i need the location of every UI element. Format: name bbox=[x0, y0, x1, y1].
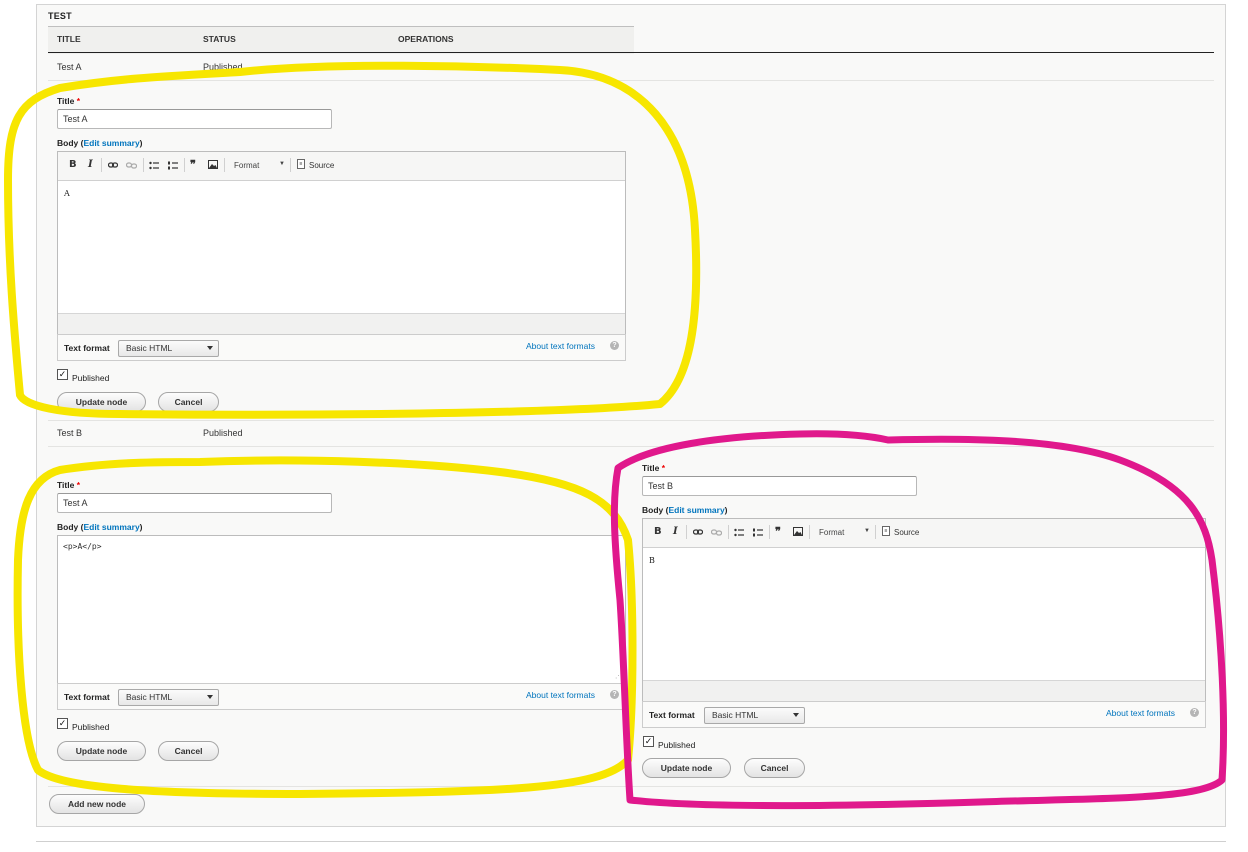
source-icon[interactable]: ≡ bbox=[882, 526, 890, 536]
row-b-title: Test B bbox=[57, 428, 83, 438]
form-b-edit-summary-link[interactable]: Edit summary bbox=[83, 522, 139, 532]
column-title-header: TITLE bbox=[57, 34, 81, 44]
form-c-update-node-button[interactable]: Update node bbox=[642, 758, 731, 778]
about-text-formats-link[interactable]: About text formats bbox=[526, 341, 595, 351]
link-icon[interactable] bbox=[693, 528, 703, 536]
chevron-down-icon: ▼ bbox=[279, 161, 285, 167]
help-icon: ? bbox=[610, 341, 619, 350]
bulleted-list-icon[interactable] bbox=[734, 528, 744, 537]
form-b-title-input[interactable] bbox=[57, 493, 332, 513]
row-a-status: Published bbox=[203, 62, 243, 72]
text-format-select[interactable]: Basic HTML bbox=[118, 340, 219, 357]
source-icon[interactable]: ≡ bbox=[297, 159, 305, 169]
text-format-label: Text format bbox=[649, 710, 695, 720]
numbered-list-icon[interactable] bbox=[753, 528, 763, 537]
text-format-label: Text format bbox=[64, 692, 110, 702]
bold-button[interactable]: B bbox=[654, 527, 662, 537]
row-b-status: Published bbox=[203, 428, 243, 438]
source-button[interactable]: Source bbox=[894, 528, 919, 537]
image-icon[interactable] bbox=[793, 527, 803, 536]
editor-statusbar bbox=[58, 313, 625, 334]
form-c-body-label: Body (Edit summary) bbox=[642, 505, 728, 515]
editor-statusbar bbox=[643, 680, 1205, 701]
form-b-cancel-button[interactable]: Cancel bbox=[158, 741, 219, 761]
form-c-title-input[interactable] bbox=[642, 476, 917, 496]
form-b-published-checkbox[interactable]: ✓ bbox=[57, 718, 68, 729]
form-b-title-label: Title * bbox=[57, 480, 81, 490]
table-header bbox=[48, 26, 634, 54]
row-divider bbox=[48, 420, 1214, 421]
column-operations-header: OPERATIONS bbox=[398, 34, 454, 44]
about-text-formats-link[interactable]: About text formats bbox=[1106, 708, 1175, 718]
form-a-body-label: Body (Edit summary) bbox=[57, 138, 143, 148]
column-status-header: STATUS bbox=[203, 34, 236, 44]
format-dropdown[interactable]: Format bbox=[234, 161, 259, 170]
blockquote-icon[interactable]: ❞ bbox=[775, 527, 781, 538]
bottom-rule bbox=[36, 841, 1226, 842]
form-c-published-checkbox[interactable]: ✓ bbox=[643, 736, 654, 747]
form-a-title-input[interactable] bbox=[57, 109, 332, 129]
italic-button[interactable]: I bbox=[88, 160, 93, 170]
text-format-select[interactable]: Basic HTML bbox=[704, 707, 805, 724]
bold-button[interactable]: B bbox=[69, 160, 77, 170]
form-b-text-format-bar: Text format Basic HTML About text format… bbox=[57, 683, 626, 710]
form-c-text-format-bar: Text format Basic HTML About text format… bbox=[642, 701, 1206, 728]
form-a-cancel-button[interactable]: Cancel bbox=[158, 392, 219, 412]
header-divider bbox=[48, 52, 1214, 53]
text-format-select[interactable]: Basic HTML bbox=[118, 689, 219, 706]
form-a-body-content[interactable]: A bbox=[64, 189, 70, 198]
help-icon: ? bbox=[1190, 708, 1199, 717]
format-dropdown[interactable]: Format bbox=[819, 528, 844, 537]
link-icon[interactable] bbox=[108, 161, 118, 169]
about-text-formats-link[interactable]: About text formats bbox=[526, 690, 595, 700]
section-title: TEST bbox=[48, 11, 72, 21]
form-a-published-label: Published bbox=[72, 373, 110, 383]
unlink-icon[interactable] bbox=[711, 528, 722, 537]
form-b-body-source-textarea[interactable]: <p>A</p> bbox=[57, 535, 626, 684]
form-b-update-node-button[interactable]: Update node bbox=[57, 741, 146, 761]
chevron-down-icon: ▼ bbox=[864, 528, 870, 534]
form-c-body-editor[interactable]: B I ❞ Format ▼ ≡ Source B bbox=[642, 518, 1206, 702]
form-a-body-editor[interactable]: B I ❞ Format ▼ ≡ Source A bbox=[57, 151, 626, 335]
row-divider bbox=[48, 80, 1214, 81]
italic-button[interactable]: I bbox=[673, 527, 678, 537]
source-button[interactable]: Source bbox=[309, 161, 334, 170]
form-a-published-checkbox[interactable]: ✓ bbox=[57, 369, 68, 380]
text-format-label: Text format bbox=[64, 343, 110, 353]
form-c-published-label: Published bbox=[658, 740, 696, 750]
form-c-body-content[interactable]: B bbox=[649, 556, 655, 565]
editor-toolbar: B I ❞ Format ▼ ≡ Source bbox=[643, 519, 1205, 548]
form-a-title-label: Title * bbox=[57, 96, 81, 106]
row-divider bbox=[48, 446, 1214, 447]
form-c-cancel-button[interactable]: Cancel bbox=[744, 758, 805, 778]
add-new-node-button[interactable]: Add new node bbox=[49, 794, 145, 814]
image-icon[interactable] bbox=[208, 160, 218, 169]
unlink-icon[interactable] bbox=[126, 161, 137, 170]
row-divider bbox=[48, 786, 1214, 787]
editor-toolbar: B I ❞ Format ▼ ≡ Source bbox=[58, 152, 625, 181]
numbered-list-icon[interactable] bbox=[168, 161, 178, 170]
form-c-edit-summary-link[interactable]: Edit summary bbox=[668, 505, 724, 515]
form-a-text-format-bar: Text format Basic HTML About text format… bbox=[57, 334, 626, 361]
form-a-edit-summary-link[interactable]: Edit summary bbox=[83, 138, 139, 148]
form-a-update-node-button[interactable]: Update node bbox=[57, 392, 146, 412]
row-a-title: Test A bbox=[57, 62, 82, 72]
help-icon: ? bbox=[610, 690, 619, 699]
blockquote-icon[interactable]: ❞ bbox=[190, 160, 196, 171]
form-b-body-label: Body (Edit summary) bbox=[57, 522, 143, 532]
form-c-title-label: Title * bbox=[642, 463, 666, 473]
form-b-published-label: Published bbox=[72, 722, 110, 732]
resize-grip-icon[interactable]: ⋰ bbox=[615, 673, 623, 681]
bulleted-list-icon[interactable] bbox=[149, 161, 159, 170]
